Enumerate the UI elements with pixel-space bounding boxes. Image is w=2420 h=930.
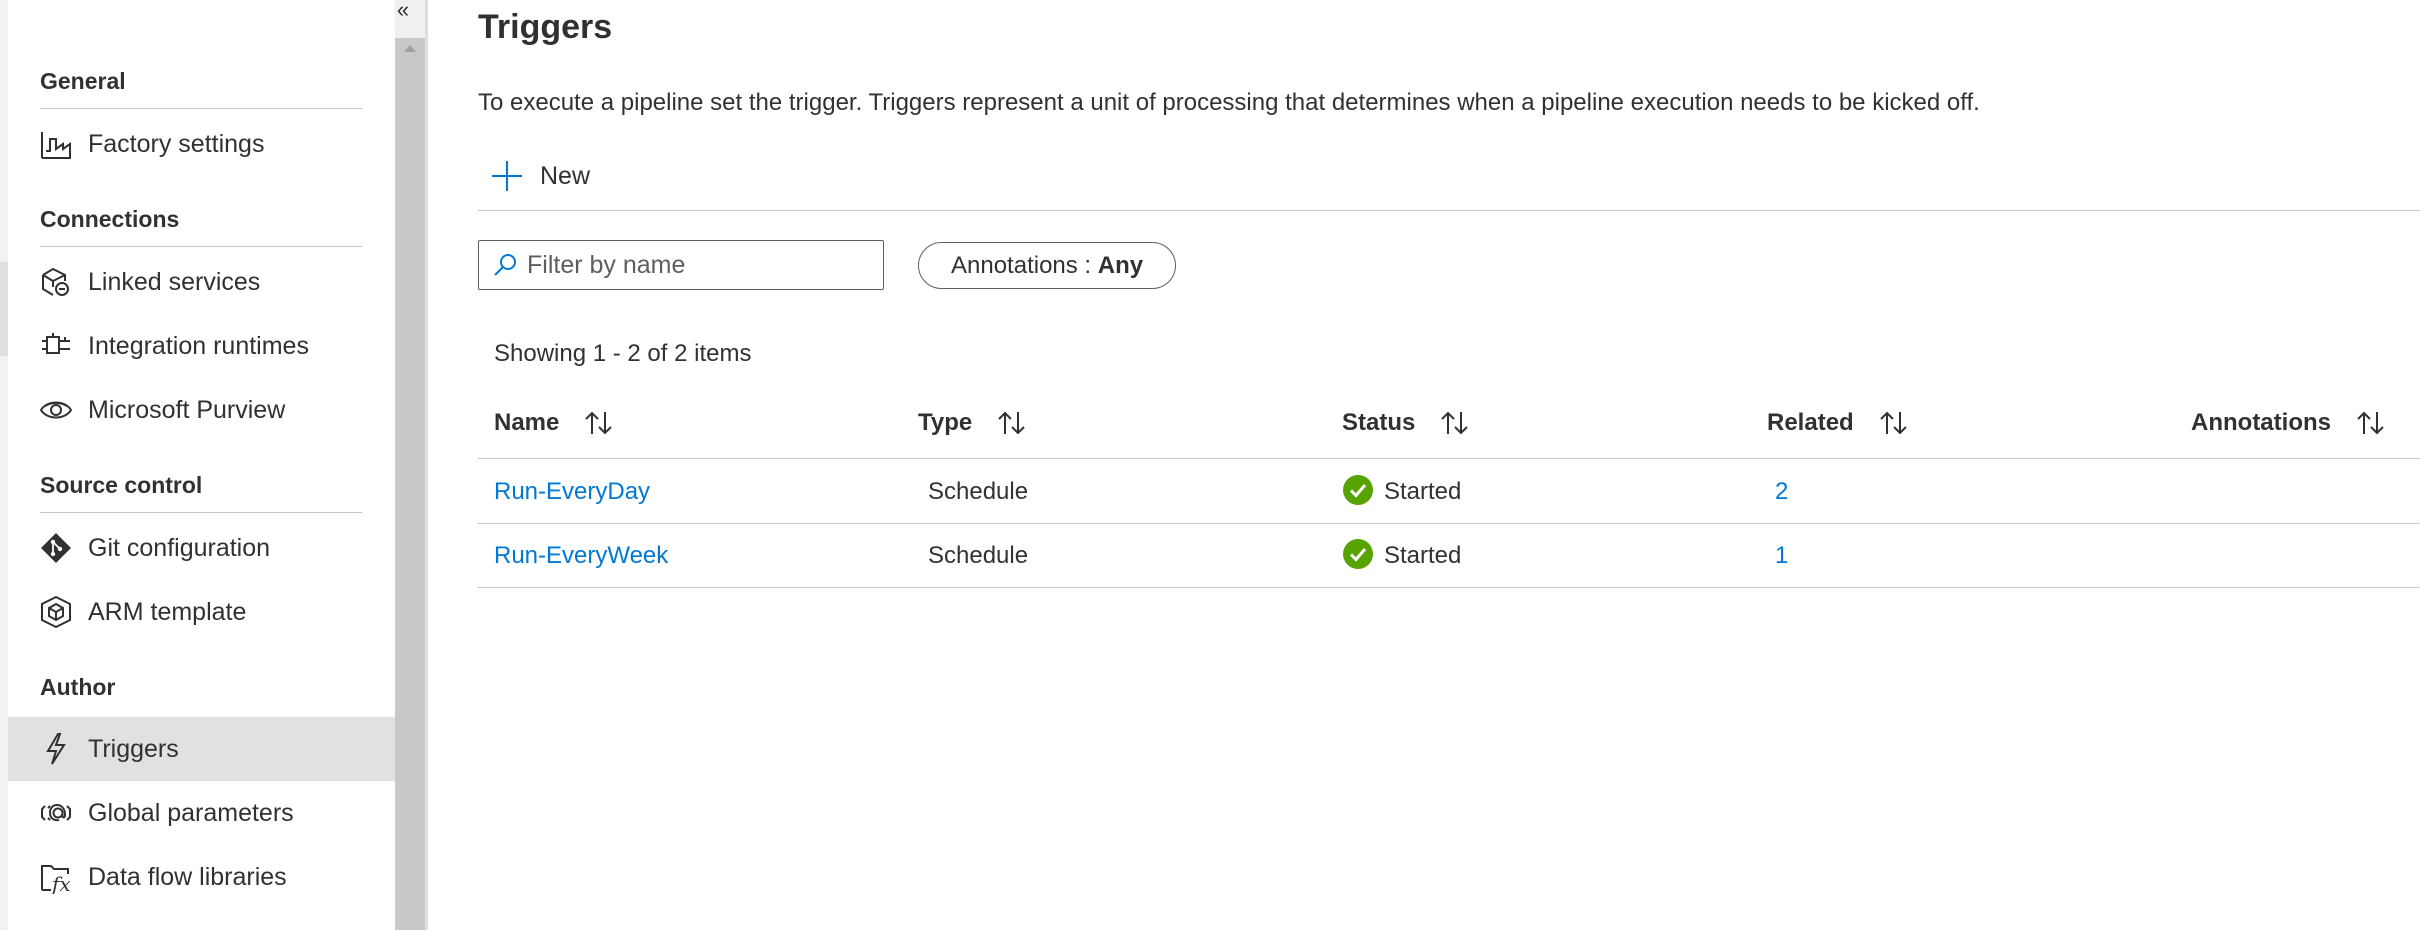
sidebar-item-label: Git configuration: [88, 533, 271, 562]
filter-input[interactable]: [527, 250, 867, 280]
column-header-label: Annotations: [2191, 409, 2331, 436]
section-divider: [40, 108, 362, 109]
section-header-source-control: Source control: [40, 472, 203, 498]
column-header-name[interactable]: Name: [494, 409, 615, 437]
page-title: Triggers: [478, 8, 613, 46]
column-header-related[interactable]: Related: [1767, 409, 1910, 437]
section-header-general: General: [40, 68, 126, 94]
sidebar-edge: [0, 0, 8, 930]
column-header-label: Name: [494, 409, 560, 436]
svg-text:fx: fx: [50, 872, 71, 894]
sidebar-item-factory-settings[interactable]: Factory settings: [8, 113, 395, 175]
arm-template-icon: [38, 594, 74, 630]
table-row[interactable]: Run-EveryDay Schedule Started 2: [478, 460, 2420, 524]
section-divider: [40, 512, 362, 513]
trigger-name-link[interactable]: Run-EveryDay: [494, 478, 650, 506]
sidebar-item-label: Factory settings: [88, 129, 265, 158]
section-header-connections: Connections: [40, 206, 180, 232]
sidebar-item-label: ARM template: [88, 597, 247, 626]
status-check-icon: [1343, 475, 1373, 505]
toolbar-divider: [478, 210, 2420, 211]
sidebar-item-git-configuration[interactable]: Git configuration: [8, 517, 395, 579]
column-header-type[interactable]: Type: [918, 409, 1028, 437]
sidebar-scrollbar[interactable]: [395, 38, 425, 930]
global-parameters-icon: [38, 795, 74, 831]
data-flow-libraries-icon: fx: [38, 859, 74, 895]
sort-icon: [2357, 411, 2384, 435]
sort-icon: [1441, 411, 1469, 435]
item-count-text: Showing 1 - 2 of 2 items: [494, 340, 752, 367]
section-divider: [40, 246, 362, 247]
sidebar-item-label: Data flow libraries: [88, 862, 287, 891]
sidebar-item-global-parameters[interactable]: Global parameters: [8, 782, 395, 844]
sidebar-item-linked-services[interactable]: Linked services: [8, 251, 395, 313]
status-check-icon: [1343, 539, 1373, 569]
search-icon: [494, 254, 516, 276]
column-header-label: Type: [918, 409, 973, 436]
trigger-type: Schedule: [928, 542, 1029, 569]
sidebar-item-label: Integration runtimes: [88, 331, 309, 360]
trigger-status: Started: [1342, 539, 1462, 570]
plus-icon: [490, 159, 524, 193]
filter-by-name-field[interactable]: [478, 240, 884, 290]
scroll-up-arrow-icon[interactable]: [395, 42, 425, 66]
factory-settings-icon: [38, 126, 74, 162]
sidebar-edge-mark: [0, 262, 8, 356]
column-header-annotations[interactable]: Annotations: [2191, 409, 2387, 437]
triggers-table-header: Name Type Status Related Annotations: [478, 395, 2420, 459]
annotations-filter-value: Any: [1097, 251, 1144, 279]
annotations-filter-label: Annotations :: [951, 251, 1092, 279]
lightning-icon: [38, 731, 74, 767]
new-button-label: New: [540, 161, 591, 190]
sidebar-item-arm-template[interactable]: ARM template: [8, 581, 395, 643]
trigger-type: Schedule: [928, 478, 1029, 505]
sidebar-item-microsoft-purview[interactable]: Microsoft Purview: [8, 379, 395, 441]
sidebar-item-label: Global parameters: [88, 798, 294, 827]
column-header-status[interactable]: Status: [1342, 409, 1471, 437]
sort-icon: [1879, 411, 1907, 435]
collapse-sidebar-button[interactable]: «: [389, 0, 417, 22]
status-label: Started: [1384, 542, 1462, 569]
sidebar-item-integration-runtimes[interactable]: Integration runtimes: [8, 315, 395, 377]
sort-icon: [998, 411, 1025, 435]
column-header-label: Status: [1342, 409, 1416, 436]
trigger-name-link[interactable]: Run-EveryWeek: [494, 542, 668, 570]
sidebar-item-triggers[interactable]: Triggers: [8, 717, 395, 781]
column-header-label: Related: [1767, 409, 1854, 436]
git-icon: [38, 530, 74, 566]
sidebar-item-data-flow-libraries[interactable]: fx Data flow libraries: [8, 846, 395, 908]
linked-services-icon: [38, 264, 74, 300]
main-content: Triggers To execute a pipeline set the t…: [428, 0, 2420, 930]
trigger-status: Started: [1342, 475, 1462, 506]
table-row[interactable]: Run-EveryWeek Schedule Started 1: [478, 524, 2420, 588]
new-trigger-button[interactable]: New: [490, 156, 590, 196]
page-description: To execute a pipeline set the trigger. T…: [478, 89, 1980, 116]
sidebar-item-label: Microsoft Purview: [88, 395, 286, 424]
section-header-author: Author: [40, 674, 116, 700]
annotations-filter-button[interactable]: Annotations : Any: [918, 242, 1177, 289]
status-label: Started: [1384, 478, 1462, 505]
related-count-link[interactable]: 2: [1775, 478, 1788, 506]
sidebar: General Factory settings Connections Lin…: [0, 0, 395, 930]
sort-icon: [585, 411, 613, 435]
purview-eye-icon: [38, 392, 74, 428]
related-count-link[interactable]: 1: [1775, 542, 1788, 570]
integration-runtimes-icon: [38, 328, 74, 364]
sidebar-item-label: Triggers: [88, 734, 179, 763]
sidebar-item-label: Linked services: [88, 267, 261, 296]
